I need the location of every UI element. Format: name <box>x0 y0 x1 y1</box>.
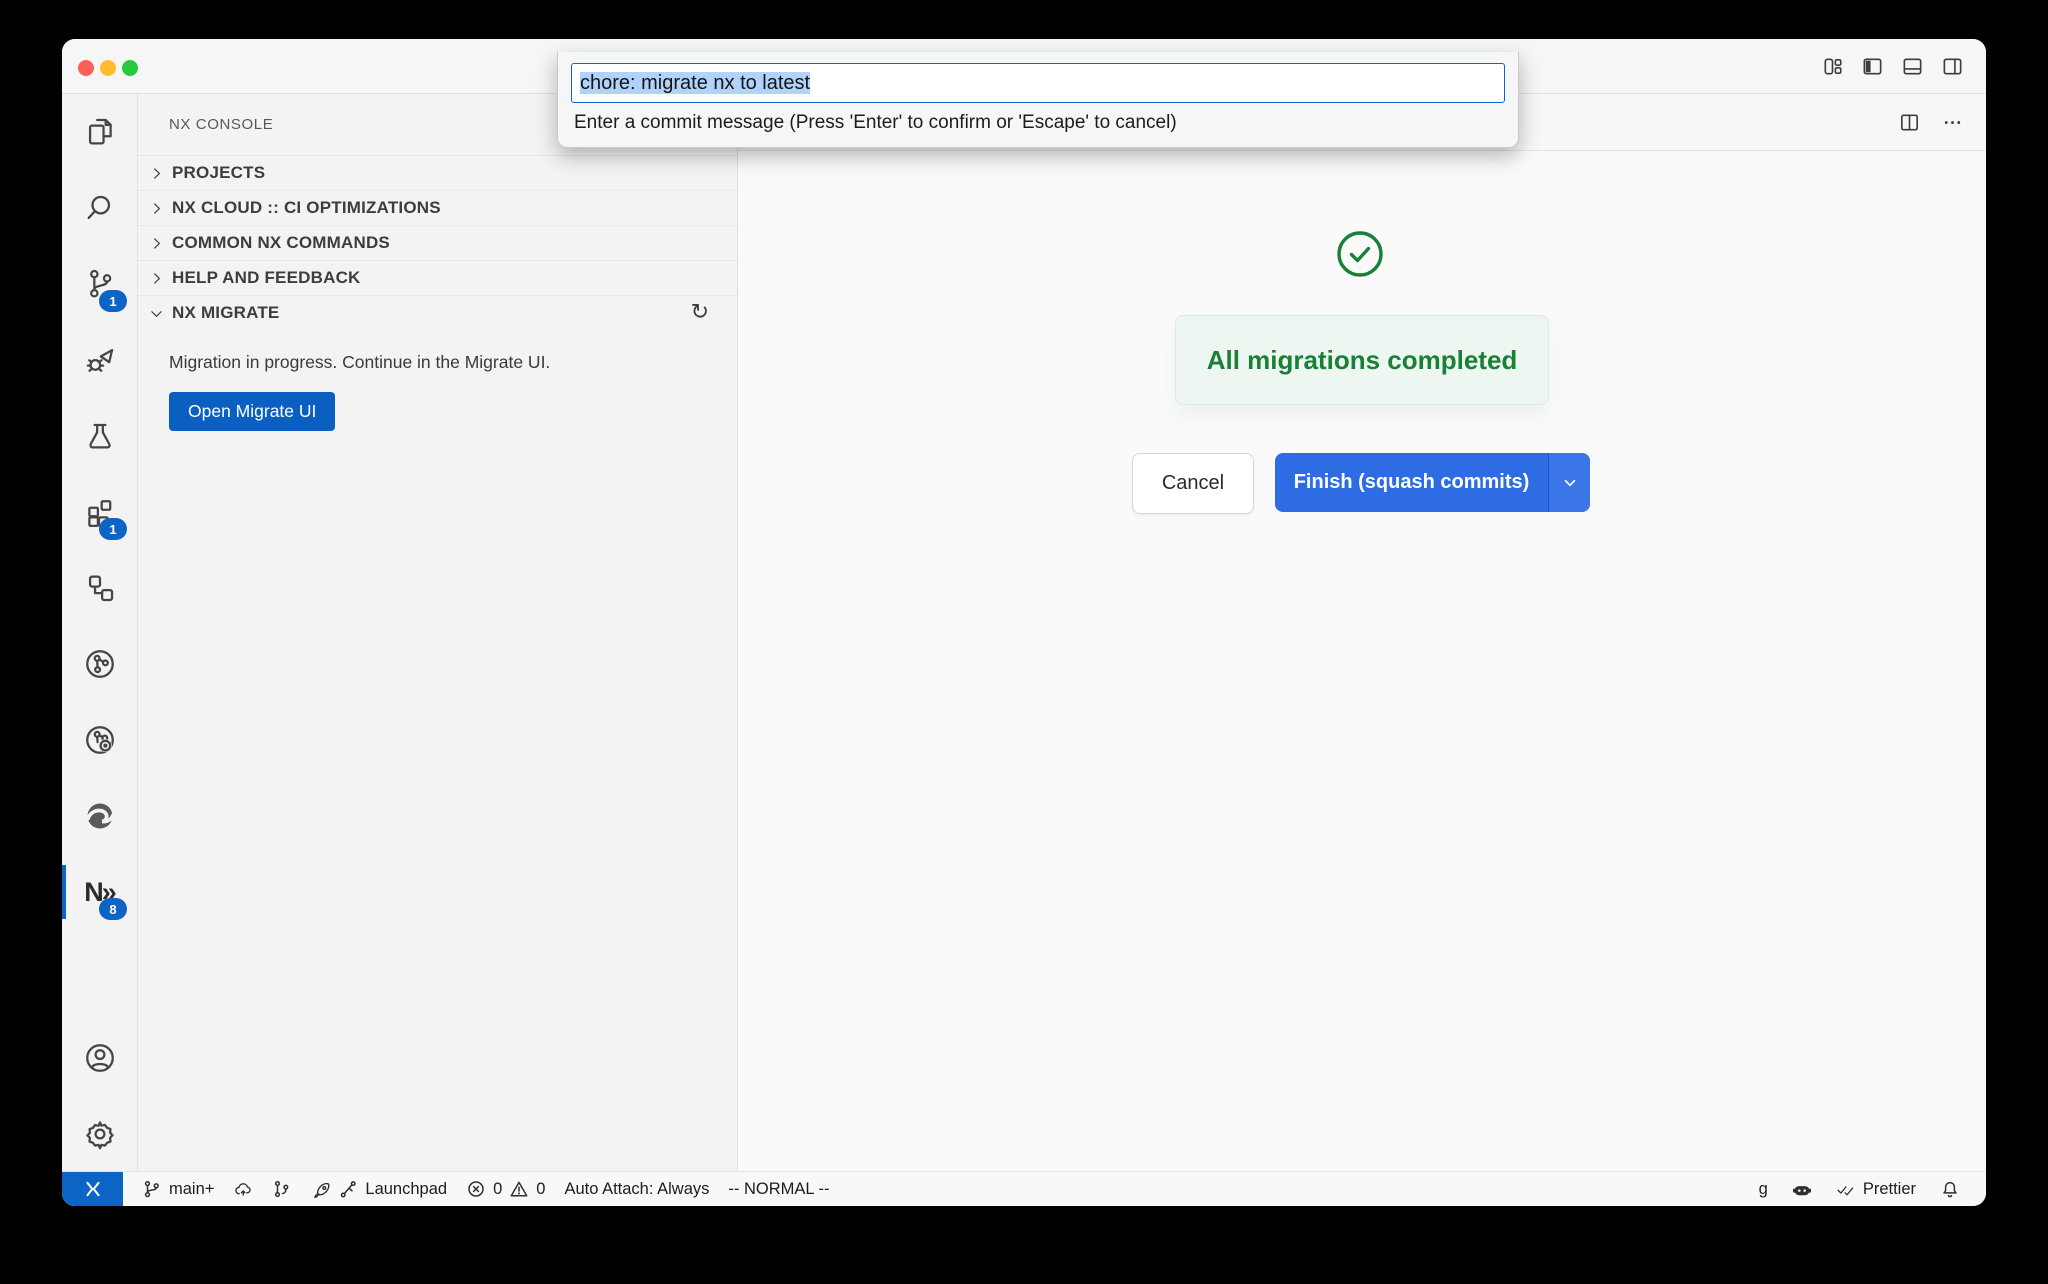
g-status-item[interactable]: g <box>1759 1180 1768 1199</box>
toggle-primary-sidebar-icon[interactable] <box>1861 55 1884 78</box>
copilot-status-item[interactable] <box>1792 1179 1812 1199</box>
chevron-right-icon <box>148 165 165 182</box>
minimize-button[interactable] <box>100 60 116 76</box>
open-migrate-ui-button[interactable]: Open Migrate UI <box>169 392 335 431</box>
activity-item-explorer[interactable] <box>62 94 137 170</box>
activity-item-git-graph-search[interactable] <box>62 702 137 778</box>
webview-button-row: Cancel Finish (squash commits) <box>1132 453 1590 514</box>
commit-graph-status-item[interactable] <box>272 1179 292 1199</box>
chevron-right-icon <box>148 270 165 287</box>
warning-count: 0 <box>536 1180 545 1199</box>
chevron-down-icon <box>148 305 165 322</box>
auto-attach-status-item[interactable]: Auto Attach: Always <box>564 1180 709 1199</box>
extensions-badge: 1 <box>99 518 127 540</box>
nx-migrate-webview <box>738 151 1986 1172</box>
activity-item-accounts[interactable] <box>62 1020 137 1096</box>
account-icon <box>83 1041 117 1075</box>
nx-badge: 8 <box>99 898 127 920</box>
activity-bar-spacer <box>62 930 137 1020</box>
section-common-nx-commands[interactable]: COMMON NX COMMANDS <box>138 225 737 260</box>
double-check-icon <box>1836 1179 1856 1199</box>
vim-mode-status-item[interactable]: -- NORMAL -- <box>728 1180 829 1199</box>
activity-item-nx-console[interactable]: N» 8 <box>62 854 137 930</box>
finish-dropdown-button[interactable] <box>1548 453 1590 512</box>
customize-layout-icon[interactable] <box>1821 55 1844 78</box>
activity-item-git-graph[interactable] <box>62 626 137 702</box>
finish-button-label[interactable]: Finish (squash commits) <box>1275 453 1548 512</box>
quick-input-prompt: Enter a commit message (Press 'Enter' to… <box>571 112 1505 134</box>
chevron-right-icon <box>148 200 165 217</box>
activity-item-run-and-debug[interactable] <box>62 322 137 398</box>
close-button[interactable] <box>78 60 94 76</box>
refresh-icon[interactable]: ↻ <box>691 302 709 324</box>
remote-indicator[interactable] <box>62 1172 123 1206</box>
migrations-completed-banner: All migrations completed <box>1175 315 1549 405</box>
problems-status-item[interactable]: 0 0 <box>466 1179 545 1199</box>
chevron-down-icon <box>1561 474 1579 492</box>
activity-item-source-control[interactable]: 1 <box>62 246 137 322</box>
nx-migrate-section-body: Migration in progress. Continue in the M… <box>138 330 737 431</box>
project-manager-icon <box>83 571 117 605</box>
more-actions-icon[interactable] <box>1941 111 1964 134</box>
activity-bar: 1 <box>62 94 138 1172</box>
gear-icon <box>83 1117 117 1151</box>
copilot-icon <box>1792 1179 1812 1199</box>
error-count: 0 <box>493 1180 502 1199</box>
activity-item-project-manager[interactable] <box>62 550 137 626</box>
finish-button[interactable]: Finish (squash commits) <box>1275 453 1590 512</box>
git-graph-icon <box>83 647 117 681</box>
branch-status-item[interactable]: main+ <box>142 1179 214 1199</box>
remote-icon <box>83 1179 103 1199</box>
section-nx-migrate[interactable]: NX MIGRATE ↻ <box>138 295 737 330</box>
commit-message-input[interactable]: chore: migrate nx to latest <box>571 63 1505 103</box>
cloud-upload-icon <box>233 1179 253 1199</box>
success-check-icon <box>1336 230 1384 278</box>
activity-item-edge-tools[interactable] <box>62 778 137 854</box>
branch-name: main+ <box>169 1180 214 1199</box>
split-editor-icon[interactable] <box>1898 111 1921 134</box>
notifications-status-item[interactable] <box>1940 1179 1960 1199</box>
quick-input-panel: chore: migrate nx to latest Enter a comm… <box>557 52 1519 148</box>
section-help-and-feedback[interactable]: HELP AND FEEDBACK <box>138 260 737 295</box>
activity-item-settings[interactable] <box>62 1096 137 1172</box>
migration-status-text: Migration in progress. Continue in the M… <box>169 352 707 373</box>
explorer-icon <box>83 115 117 149</box>
status-bar-right: g Prettier <box>1759 1179 1986 1199</box>
git-graph-search-icon <box>83 723 117 757</box>
section-nx-cloud[interactable]: NX CLOUD :: CI OPTIMIZATIONS <box>138 190 737 225</box>
vscode-window: 1 <box>62 39 1986 1206</box>
commit-graph-icon <box>272 1179 292 1199</box>
chevron-right-icon <box>148 235 165 252</box>
launchpad-status-item[interactable]: Launchpad <box>311 1179 447 1199</box>
warning-icon <box>509 1179 529 1199</box>
migrations-completed-text: All migrations completed <box>1207 345 1518 376</box>
section-projects[interactable]: PROJECTS <box>138 155 737 190</box>
testing-flask-icon <box>83 419 117 453</box>
rocket-icon <box>311 1179 331 1199</box>
git-branch-icon <box>142 1179 162 1199</box>
launchpad-label: Launchpad <box>365 1180 447 1199</box>
sync-status-item[interactable] <box>233 1179 253 1199</box>
launchpad-branch-icon <box>338 1179 358 1199</box>
commit-message-value: chore: migrate nx to latest <box>580 72 810 95</box>
primary-sidebar: NX CONSOLE PROJECTS NX CLOUD :: CI OPTIM… <box>138 94 738 1172</box>
desktop-background: 1 <box>0 0 2048 1284</box>
activity-item-search[interactable] <box>62 170 137 246</box>
zoom-button[interactable] <box>122 60 138 76</box>
layout-controls <box>1821 39 1964 93</box>
activity-item-testing[interactable] <box>62 398 137 474</box>
toggle-secondary-sidebar-icon[interactable] <box>1941 55 1964 78</box>
status-bar: main+ <box>62 1171 1986 1206</box>
bell-icon <box>1940 1179 1960 1199</box>
edge-swirl-icon <box>83 799 117 833</box>
activity-item-extensions[interactable]: 1 <box>62 474 137 550</box>
error-icon <box>466 1179 486 1199</box>
source-control-badge: 1 <box>99 290 127 312</box>
search-icon <box>83 191 117 225</box>
cancel-button[interactable]: Cancel <box>1132 453 1254 514</box>
run-and-debug-icon <box>83 343 117 377</box>
prettier-status-item[interactable]: Prettier <box>1836 1179 1916 1199</box>
toggle-panel-icon[interactable] <box>1901 55 1924 78</box>
